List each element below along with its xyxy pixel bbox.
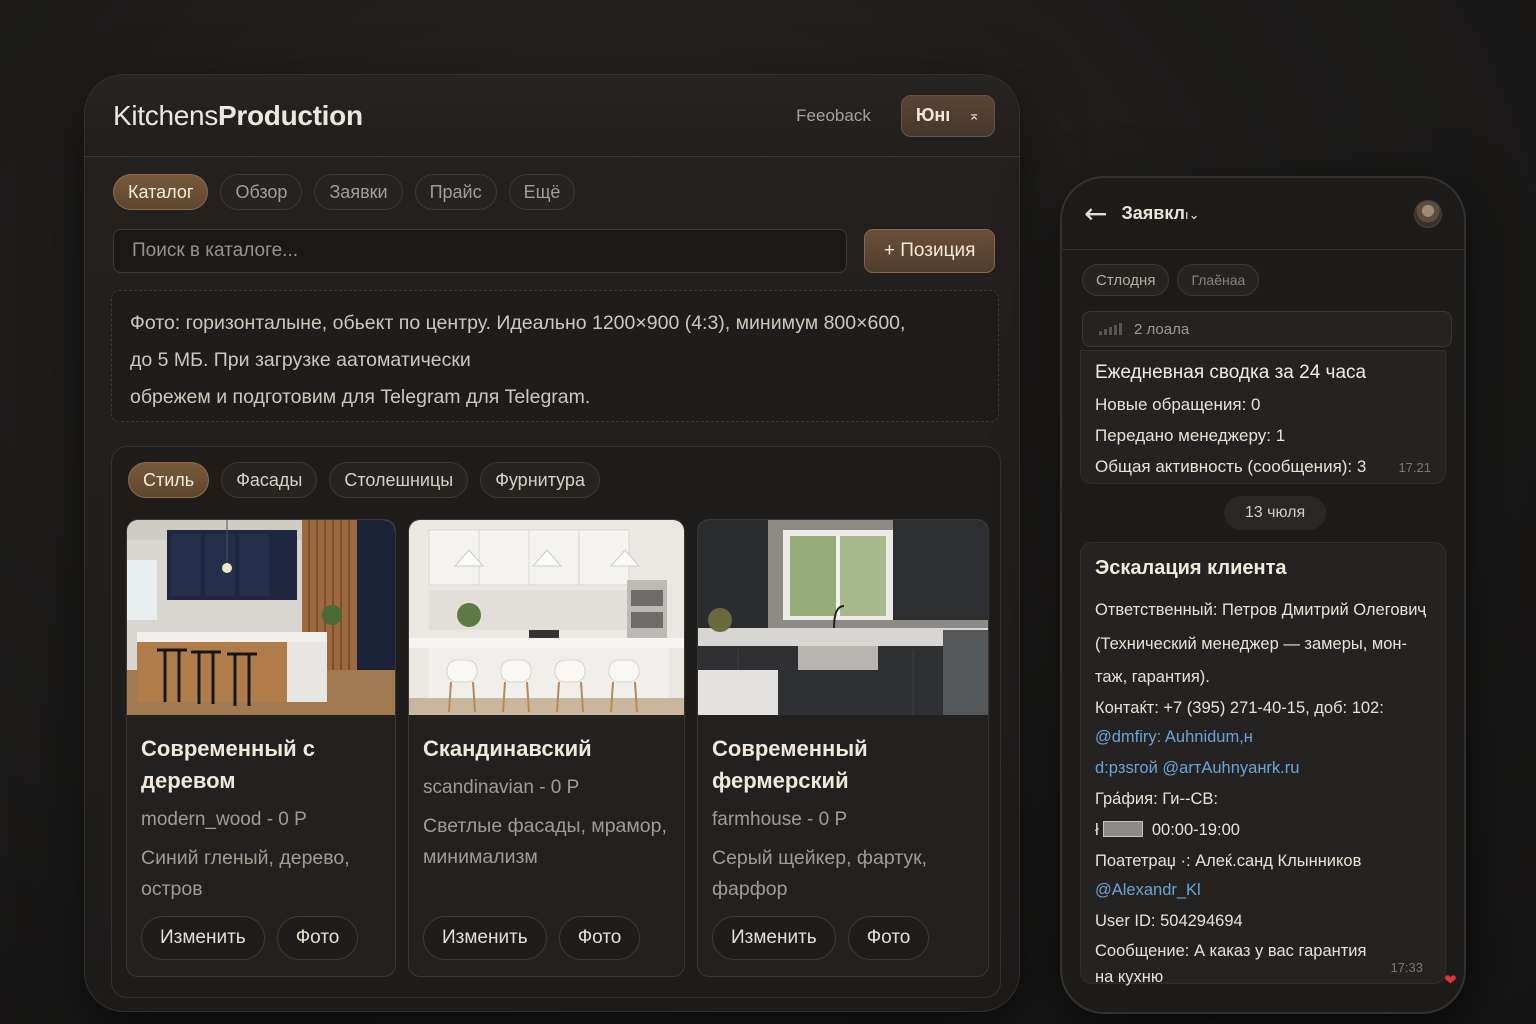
edit-button[interactable]: Изменить [423, 916, 547, 960]
card-title: Скандинавский [423, 736, 592, 761]
contact-link[interactable]: d:pзsгой @arтAuhnyaнrk.ru [1095, 753, 1433, 784]
date-separator: 13 чюля [1224, 496, 1326, 530]
category-countertops[interactable]: Столешницы [329, 462, 469, 498]
card-code: farmhouse - 0 Р [712, 809, 848, 830]
card-description: Серый щейкер, фартук, фарфор [712, 847, 928, 900]
message-line: на кухню [1095, 968, 1164, 986]
user-label: Юнı [915, 105, 951, 125]
heart-reaction-icon[interactable]: ❤ [1444, 971, 1457, 989]
pinned-banner[interactable]: 2 лоала [1082, 311, 1452, 347]
message-line: Поатетраџ ·: Алеќ.санд Клынников [1095, 852, 1362, 870]
message-time: 17:33 [1390, 960, 1423, 975]
catalog-section: Стиль Фасады Столешницы Фурнитура Соврем… [111, 446, 1001, 998]
catalog-card: Современный с деревом modern_wood - 0 Р … [126, 519, 396, 977]
category-tabs: Стиль Фасады Столешницы Фурнитура [112, 447, 1000, 498]
tab-catalog[interactable]: Каталог [113, 174, 209, 210]
chat-title[interactable]: Заявклı⌄ [1121, 203, 1199, 224]
message-line: Общая активность (сообщения): 3 [1095, 457, 1367, 476]
tab-overview[interactable]: Обзор [220, 174, 303, 210]
catalog-search-input[interactable] [113, 229, 848, 273]
category-facades[interactable]: Фасады [221, 462, 318, 498]
daily-summary-message: Ежедневная сводка за 24 часа Новые обращ… [1080, 350, 1446, 484]
contact-link[interactable]: @dmfiry: Auhnidum,н [1095, 722, 1433, 753]
main-tabs: Каталог Обзор Заявки Прайс Ещё [85, 157, 1019, 210]
card-description: Светлые фасады, мрамор, минимализм [423, 815, 667, 868]
photo-button[interactable]: Фото [558, 916, 641, 960]
tab-today[interactable]: Стлодня [1082, 264, 1170, 296]
note-line: обрежем и подготовим для Telegram для Te… [130, 386, 591, 408]
message-line: Контаќт: +7 (395) 271-40-15, доб: 102: [1095, 699, 1384, 717]
card-description: Синий гленый, дерево, остров [141, 847, 350, 900]
card-code: scandinavian - 0 Р [423, 777, 580, 798]
message-line: Новые обращения: 0 [1095, 395, 1261, 414]
message-heading: Ежедневная сводка за 24 часа [1095, 362, 1367, 383]
scandinavian-kitchen-photo [409, 520, 684, 715]
farmhouse-kitchen-photo [698, 520, 988, 715]
catalog-card: Скандинавский scandinavian - 0 Р Светлые… [408, 519, 685, 977]
message-line: таж, гарантия). [1095, 668, 1210, 686]
banner-text: 2 лоала [1134, 320, 1190, 338]
admin-panel: KitchensProduction Feeoback Юнı ⌅ Катало… [84, 74, 1020, 1012]
message-line: (Технический менеджер — замеры, мон- [1095, 635, 1408, 653]
photo-button[interactable]: Фото [847, 916, 930, 960]
message-line: User ID: 504294694 [1095, 912, 1243, 930]
message-line: Ответственный: Петров Дмитрий Олеговиҷ [1095, 601, 1427, 619]
card-title: Современный фермерский [712, 736, 868, 793]
chat-header: ← Заявклı⌄ [1062, 178, 1464, 250]
card-title: Современный с деревом [141, 736, 315, 793]
message-heading: Эскалация клиента [1095, 557, 1287, 579]
chevron-down-icon: ı⌄ [1185, 207, 1200, 222]
user-menu-button[interactable]: Юнı ⌅ [900, 94, 995, 137]
back-arrow-icon[interactable]: ← [1084, 197, 1107, 230]
message-line: ł 00:00-19:00 [1095, 821, 1240, 839]
tab-main[interactable]: Глаӗнаа [1177, 264, 1260, 296]
add-position-button[interactable]: + Позиция [864, 229, 995, 273]
edit-button[interactable]: Изменить [141, 916, 265, 960]
category-hardware[interactable]: Фурнитура [480, 462, 600, 498]
tab-more[interactable]: Ещё [508, 174, 576, 210]
edit-button[interactable]: Изменить [712, 916, 836, 960]
note-line: до 5 МБ. При загрузке аатоматически [130, 349, 471, 371]
escalation-message: Эскалация клиента Ответственный: Петров … [1080, 542, 1446, 986]
chevron-icon: ⌅ [968, 107, 980, 123]
category-style[interactable]: Стиль [128, 462, 210, 498]
feedback-link[interactable]: Feeoback [796, 106, 871, 126]
photo-button[interactable]: Фото [276, 916, 359, 960]
tab-price[interactable]: Прайс [414, 174, 497, 210]
message-line: Передано менеджеру: 1 [1095, 426, 1286, 445]
chat-filter-tabs: Стлодня Глаӗнаа [1062, 250, 1464, 296]
redacted-block [1102, 821, 1143, 837]
contact-link[interactable]: @Alexandr_Kl [1095, 875, 1433, 906]
message-time: 17.21 [1398, 460, 1431, 475]
note-line: Фото: горизонталыне, обьект по центру. И… [130, 312, 906, 334]
modern-wood-kitchen-photo [127, 520, 395, 715]
card-code: modern_wood - 0 Р [141, 809, 307, 830]
message-line: Гра́фия: Ги--СВ: [1095, 790, 1218, 808]
signal-bars-icon [1099, 323, 1122, 335]
telegram-phone: ← Заявклı⌄ Стлодня Глаӗнаа 2 лоала Ежедн… [1060, 176, 1466, 1014]
tab-requests[interactable]: Заявки [314, 174, 403, 210]
brand-logo: KitchensProduction [113, 99, 363, 131]
photo-requirements-note: Фото: горизонталыне, обьект по центру. И… [111, 290, 999, 422]
message-line: Сообщение: А каказ у вас гарантия [1095, 942, 1367, 960]
admin-header: KitchensProduction Feeoback Юнı ⌅ [85, 75, 1019, 157]
catalog-card: Современный фермерский farmhouse - 0 Р С… [697, 519, 989, 977]
avatar[interactable] [1414, 199, 1442, 228]
